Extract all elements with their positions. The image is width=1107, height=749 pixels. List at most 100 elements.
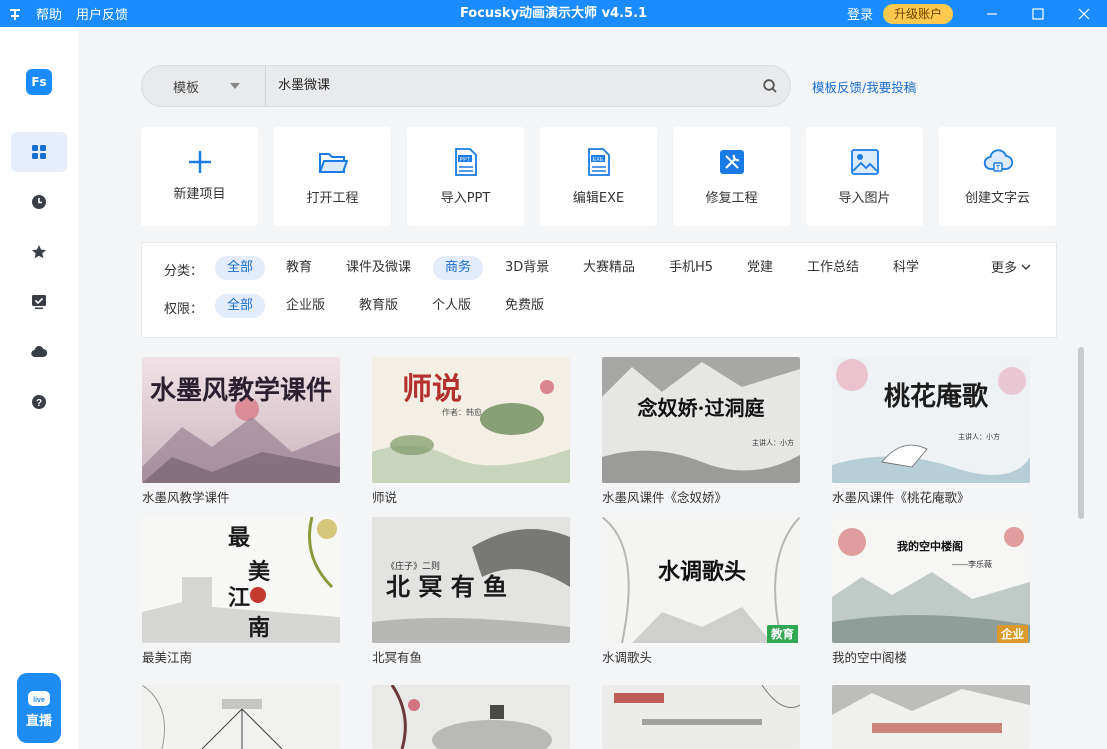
new-project-tile[interactable]: 新建项目 xyxy=(141,127,258,226)
close-button[interactable] xyxy=(1061,0,1107,27)
sidebar-item-tasks[interactable] xyxy=(11,282,67,322)
search-scope-value: 模板 xyxy=(173,80,200,96)
chevron-down-icon xyxy=(1021,264,1031,270)
more-categories-button[interactable]: 更多 xyxy=(991,257,1031,276)
category-chip[interactable]: 商务 xyxy=(433,256,484,280)
app-logo: Fs xyxy=(26,69,52,95)
scrollbar[interactable] xyxy=(1078,347,1084,519)
title-bar: 帮助 用户反馈 Focusky动画演示大师 v4.5.1 登录 升级账户 xyxy=(0,0,1107,27)
create-word-cloud-tile[interactable]: T 创建文字云 xyxy=(939,127,1056,226)
permission-chip[interactable]: 免费版 xyxy=(493,294,556,318)
minimize-button[interactable] xyxy=(969,0,1015,27)
search-input[interactable]: 水墨微课 xyxy=(278,66,330,106)
search-icon[interactable] xyxy=(762,78,778,94)
title-bar-menu: 帮助 用户反馈 xyxy=(8,0,128,27)
help-icon: ? xyxy=(32,395,46,409)
category-chip[interactable]: 全部 xyxy=(215,256,266,280)
tile-label: 打开工程 xyxy=(306,191,359,206)
template-title: 北冥有鱼 xyxy=(372,650,423,665)
sidebar-item-help[interactable]: ? xyxy=(11,382,67,422)
category-label: 分类： xyxy=(164,264,204,279)
template-feedback-link[interactable]: 模板反馈/我要投稿 xyxy=(812,77,916,96)
cloud-text-icon: T xyxy=(983,149,1013,172)
template-card[interactable] xyxy=(372,685,570,749)
category-chip[interactable]: 教育 xyxy=(274,256,324,280)
category-chip[interactable]: 课件及微课 xyxy=(334,256,423,280)
template-art-text: 我的空中楼阁 xyxy=(897,539,963,553)
template-card[interactable] xyxy=(602,685,800,749)
live-label: 直播 xyxy=(25,713,52,729)
sidebar: Fs ? live 直播 xyxy=(0,27,78,749)
template-thumbnail: 水调歌头 教育 xyxy=(602,517,800,643)
category-chip[interactable]: 3D背景 xyxy=(493,256,561,280)
svg-text:EXE: EXE xyxy=(592,157,603,163)
permission-chip[interactable]: 个人版 xyxy=(420,294,483,318)
template-title: 我的空中阁楼 xyxy=(832,650,908,665)
template-thumbnail xyxy=(832,685,1030,749)
category-chip[interactable]: 手机H5 xyxy=(657,256,725,280)
svg-text:?: ? xyxy=(36,398,42,409)
template-title: 最美江南 xyxy=(142,650,193,665)
category-chip[interactable]: 科学 xyxy=(881,256,931,280)
template-card[interactable] xyxy=(832,685,1030,749)
import-ppt-tile[interactable]: PPT 导入PPT xyxy=(407,127,524,226)
edit-exe-tile[interactable]: EXE 编辑EXE xyxy=(540,127,657,226)
enterprise-badge: 企业 xyxy=(997,625,1028,643)
minimize-icon xyxy=(987,12,997,15)
template-thumbnail: 我的空中楼阁 ——李乐薇 企业 xyxy=(832,517,1030,643)
template-title: 师说 xyxy=(372,490,398,505)
template-thumbnail: 桃花庵歌 主讲人：小方 xyxy=(832,357,1030,483)
template-thumbnail xyxy=(372,685,570,749)
folder-open-icon xyxy=(318,153,348,173)
permission-chip[interactable]: 教育版 xyxy=(347,294,410,318)
template-title: 水墨风课件《桃花庵歌》 xyxy=(832,490,970,505)
menu-feedback[interactable]: 用户反馈 xyxy=(76,4,128,23)
category-chip[interactable]: 工作总结 xyxy=(795,256,871,280)
template-thumbnail: 念奴娇·过洞庭 主讲人：小方 xyxy=(602,357,800,483)
svg-text:T: T xyxy=(996,165,1000,172)
open-project-tile[interactable]: 打开工程 xyxy=(274,127,391,226)
repair-project-tile[interactable]: 修复工程 xyxy=(673,127,790,226)
live-camera-icon: live xyxy=(28,690,50,706)
template-thumbnail xyxy=(602,685,800,749)
cloud-icon xyxy=(31,346,47,358)
template-thumbnail: 师说 作者：韩愈 xyxy=(372,357,570,483)
clock-icon xyxy=(32,195,46,209)
template-title: 水调歌头 xyxy=(602,650,653,665)
checklist-icon xyxy=(32,295,46,310)
import-image-tile[interactable]: 导入图片 xyxy=(806,127,923,226)
maximize-button[interactable] xyxy=(1015,0,1061,27)
login-button[interactable]: 登录 xyxy=(847,4,873,23)
template-art-subtext: 主讲人：小方 xyxy=(958,432,1000,441)
live-stream-button[interactable]: live 直播 xyxy=(17,673,61,743)
exe-file-icon: EXE xyxy=(588,148,610,176)
template-card[interactable] xyxy=(142,685,340,749)
upgrade-account-button[interactable]: 升级账户 xyxy=(882,3,953,24)
sidebar-item-home[interactable] xyxy=(11,132,67,172)
permission-chip[interactable]: 企业版 xyxy=(274,294,337,318)
category-chip[interactable]: 大赛精品 xyxy=(571,256,647,280)
template-art-text: 桃花庵歌 xyxy=(884,381,989,412)
permission-filter-row: 权限： 全部 企业版 教育版 个人版 免费版 xyxy=(142,294,1056,318)
tile-label: 导入图片 xyxy=(838,191,891,206)
template-art-text: 水调歌头 xyxy=(658,559,746,585)
category-chip[interactable]: 党建 xyxy=(735,256,785,280)
tile-label: 导入PPT xyxy=(440,191,491,206)
template-thumbnail: 水墨风教学课件 xyxy=(142,357,340,483)
permission-chip[interactable]: 全部 xyxy=(215,294,266,318)
template-art-subtext: 主讲人：小方 xyxy=(752,438,794,447)
sidebar-item-favorites[interactable] xyxy=(11,232,67,272)
search-scope-select[interactable]: 模板 xyxy=(142,66,266,106)
template-art-text: 水墨风教学课件 xyxy=(150,375,332,406)
template-art-text: 念奴娇·过洞庭 xyxy=(638,396,765,420)
filter-panel: 分类： 全部 教育 课件及微课 商务 3D背景 大赛精品 手机H5 党建 工作总… xyxy=(141,242,1057,338)
ppt-file-icon: PPT xyxy=(455,148,477,176)
sidebar-item-recent[interactable] xyxy=(11,182,67,222)
star-icon xyxy=(31,245,47,259)
svg-text:PPT: PPT xyxy=(460,157,471,163)
pin-icon[interactable] xyxy=(8,7,22,21)
image-icon xyxy=(851,149,879,175)
template-art-text: 师说 xyxy=(402,372,462,407)
sidebar-item-cloud[interactable] xyxy=(11,332,67,372)
menu-help[interactable]: 帮助 xyxy=(36,4,62,23)
